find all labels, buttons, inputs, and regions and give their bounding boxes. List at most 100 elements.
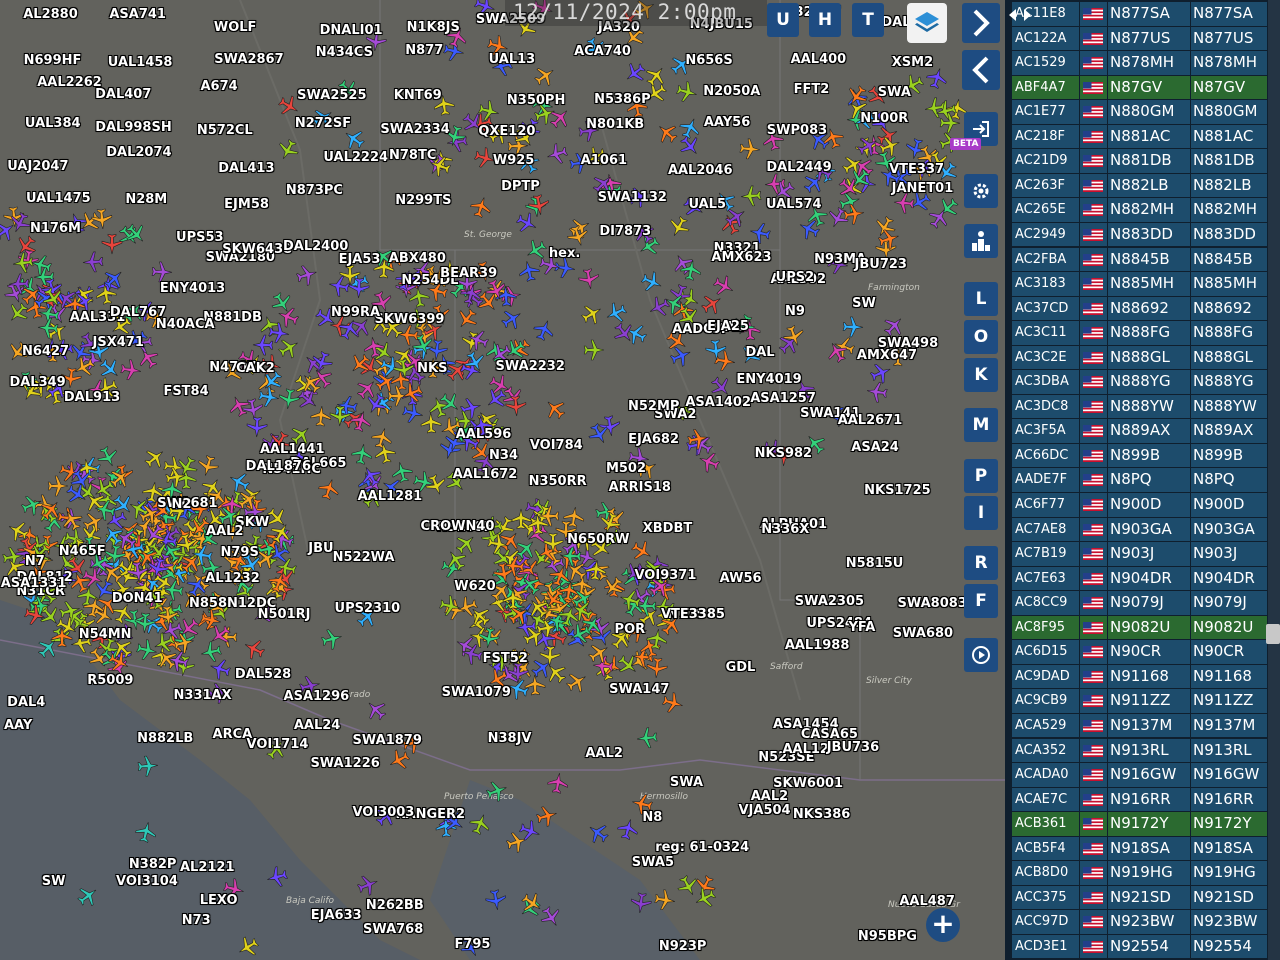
aircraft-marker[interactable]: [469, 813, 491, 836]
aircraft-callsign-label[interactable]: SWA2334: [380, 123, 449, 137]
aircraft-marker[interactable]: [546, 772, 569, 794]
toggle-k-button[interactable]: K: [964, 358, 998, 392]
aircraft-marker[interactable]: [563, 506, 585, 528]
aircraft-marker[interactable]: [549, 107, 571, 129]
aircraft-callsign-label[interactable]: VOI3104: [116, 875, 178, 889]
table-row[interactable]: AC1E77 N880GM N880GM: [1005, 100, 1267, 125]
aircraft-callsign-label[interactable]: GDL: [726, 661, 756, 675]
aircraft-marker[interactable]: [883, 315, 905, 337]
aircraft-callsign-label[interactable]: SWA1079: [442, 685, 511, 700]
aircraft-marker[interactable]: [162, 579, 184, 601]
aircraft-callsign-label[interactable]: AAL400: [791, 53, 847, 67]
aircraft-marker[interactable]: [486, 532, 509, 555]
aircraft-callsign-label[interactable]: DPTP: [501, 180, 540, 194]
aircraft-callsign-label[interactable]: AL2121: [180, 860, 235, 875]
aircraft-marker[interactable]: [636, 727, 659, 749]
aircraft-callsign-label[interactable]: SWA1226: [310, 756, 379, 771]
aircraft-marker[interactable]: [360, 465, 382, 488]
aircraft-marker[interactable]: [237, 489, 259, 511]
aircraft-marker[interactable]: [151, 261, 173, 283]
aircraft-callsign-label[interactable]: hex.: [549, 246, 580, 261]
aircraft-marker[interactable]: [656, 122, 678, 144]
table-row[interactable]: AC263F N882LB N882LB: [1005, 173, 1267, 199]
table-row[interactable]: AC66DC N899B N899B: [1005, 443, 1267, 469]
aircraft-marker[interactable]: [546, 143, 568, 165]
aircraft-marker[interactable]: [485, 388, 507, 410]
aircraft-callsign-label[interactable]: DAL407: [95, 87, 151, 102]
aircraft-marker[interactable]: [679, 117, 701, 140]
table-row[interactable]: AC9CB9 N911ZZ N911ZZ: [1005, 689, 1267, 714]
aircraft-callsign-label[interactable]: N350PH: [507, 93, 565, 108]
aircraft-marker[interactable]: [77, 885, 99, 907]
aircraft-callsign-label[interactable]: SKW6001: [773, 776, 843, 791]
aircraft-marker[interactable]: [478, 626, 500, 649]
aircraft-callsign-label[interactable]: N923P: [659, 939, 707, 954]
aircraft-table[interactable]: AC11E8 N877SA N877SA AC122A N877US N877US AC15…: [1005, 0, 1280, 960]
aircraft-callsign-label[interactable]: SWA2525: [297, 89, 366, 103]
aircraft-callsign-label[interactable]: DAL413: [218, 161, 274, 176]
table-row[interactable]: AC7AE8 N903GA N903GA: [1005, 517, 1267, 543]
aircraft-callsign-label[interactable]: SWA8083: [898, 596, 967, 611]
aircraft-callsign-label[interactable]: DAL2074: [106, 145, 171, 160]
aircraft-callsign-label[interactable]: N873PC: [286, 183, 343, 198]
stats-button[interactable]: [964, 224, 998, 258]
aircraft-marker[interactable]: [23, 604, 46, 626]
aircraft-marker[interactable]: [543, 588, 565, 610]
aircraft-marker[interactable]: [646, 628, 668, 650]
table-row[interactable]: AC21D9 N881DB N881DB: [1005, 149, 1267, 174]
aircraft-callsign-label[interactable]: UAL1475: [26, 192, 91, 206]
aircraft-callsign-label[interactable]: VOI784: [530, 438, 583, 453]
aircraft-callsign-label[interactable]: AAL1281: [358, 489, 423, 504]
aircraft-callsign-label[interactable]: JSX471: [93, 335, 144, 350]
aircraft-marker[interactable]: [310, 405, 332, 427]
aircraft-callsign-label[interactable]: AAL2262: [37, 76, 102, 90]
aircraft-marker[interactable]: [585, 559, 607, 581]
aircraft-marker[interactable]: [137, 755, 159, 777]
aircraft-callsign-label[interactable]: N9: [785, 305, 805, 319]
aircraft-callsign-label[interactable]: NKS: [417, 362, 447, 376]
aircraft-marker[interactable]: [135, 821, 157, 843]
aircraft-marker[interactable]: [267, 571, 290, 594]
table-row[interactable]: AC3183 N885MH N885MH: [1005, 272, 1267, 297]
aircraft-marker[interactable]: [115, 528, 137, 550]
aircraft-marker[interactable]: [94, 499, 117, 522]
aircraft-callsign-label[interactable]: AAL2046: [668, 164, 733, 178]
aircraft-callsign-label[interactable]: F795: [454, 937, 490, 952]
aircraft-callsign-label[interactable]: XSM2: [892, 55, 933, 70]
table-row[interactable]: AC7E63 N904DR N904DR: [1005, 566, 1267, 592]
aircraft-marker[interactable]: [646, 657, 668, 679]
aircraft-marker[interactable]: [61, 509, 83, 531]
aircraft-marker[interactable]: [523, 625, 545, 647]
aircraft-marker[interactable]: [925, 67, 948, 90]
aircraft-marker[interactable]: [300, 372, 322, 394]
table-row[interactable]: AC6D15 N90CR N90CR: [1005, 640, 1267, 665]
aircraft-callsign-label[interactable]: ARRIS18: [609, 480, 671, 495]
aircraft-marker[interactable]: [147, 556, 169, 579]
aircraft-callsign-label[interactable]: SWA5: [632, 855, 674, 870]
aircraft-marker[interactable]: [617, 818, 639, 840]
table-row[interactable]: AADE7F N8PQ N8PQ: [1005, 468, 1267, 493]
aircraft-callsign-label[interactable]: VOI3003: [352, 805, 414, 820]
aircraft-marker[interactable]: [653, 889, 676, 911]
aircraft-callsign-label[interactable]: DAL2449: [766, 161, 831, 175]
table-row[interactable]: AC3DC8 N888YW N888YW: [1005, 394, 1267, 420]
aircraft-callsign-label[interactable]: UAL13: [489, 53, 536, 67]
table-row[interactable]: ABF4A7 N87GV N87GV: [1005, 75, 1267, 101]
aircraft-callsign-label[interactable]: ENY4013: [160, 282, 225, 296]
aircraft-marker[interactable]: [569, 623, 591, 645]
table-row[interactable]: AC3C2E N888GL N888GL: [1005, 345, 1267, 371]
aircraft-callsign-label[interactable]: VOI1714: [247, 737, 309, 752]
table-row[interactable]: ACAE7C N916RR N916RR: [1005, 787, 1267, 813]
aircraft-marker[interactable]: [108, 651, 130, 673]
aircraft-marker[interactable]: [237, 936, 259, 958]
aircraft-callsign-label[interactable]: SWA1132: [598, 191, 667, 205]
aircraft-marker[interactable]: [348, 277, 370, 299]
aircraft-marker[interactable]: [843, 203, 865, 226]
aircraft-marker[interactable]: [365, 699, 387, 721]
aircraft-marker[interactable]: [503, 555, 525, 577]
aircraft-callsign-label[interactable]: SWA768: [363, 923, 423, 937]
aircraft-marker[interactable]: [93, 478, 115, 500]
aircraft-callsign-label[interactable]: N656S: [685, 53, 732, 68]
aircraft-callsign-label[interactable]: W925: [493, 154, 534, 168]
aircraft-callsign-label[interactable]: POR: [615, 622, 646, 637]
